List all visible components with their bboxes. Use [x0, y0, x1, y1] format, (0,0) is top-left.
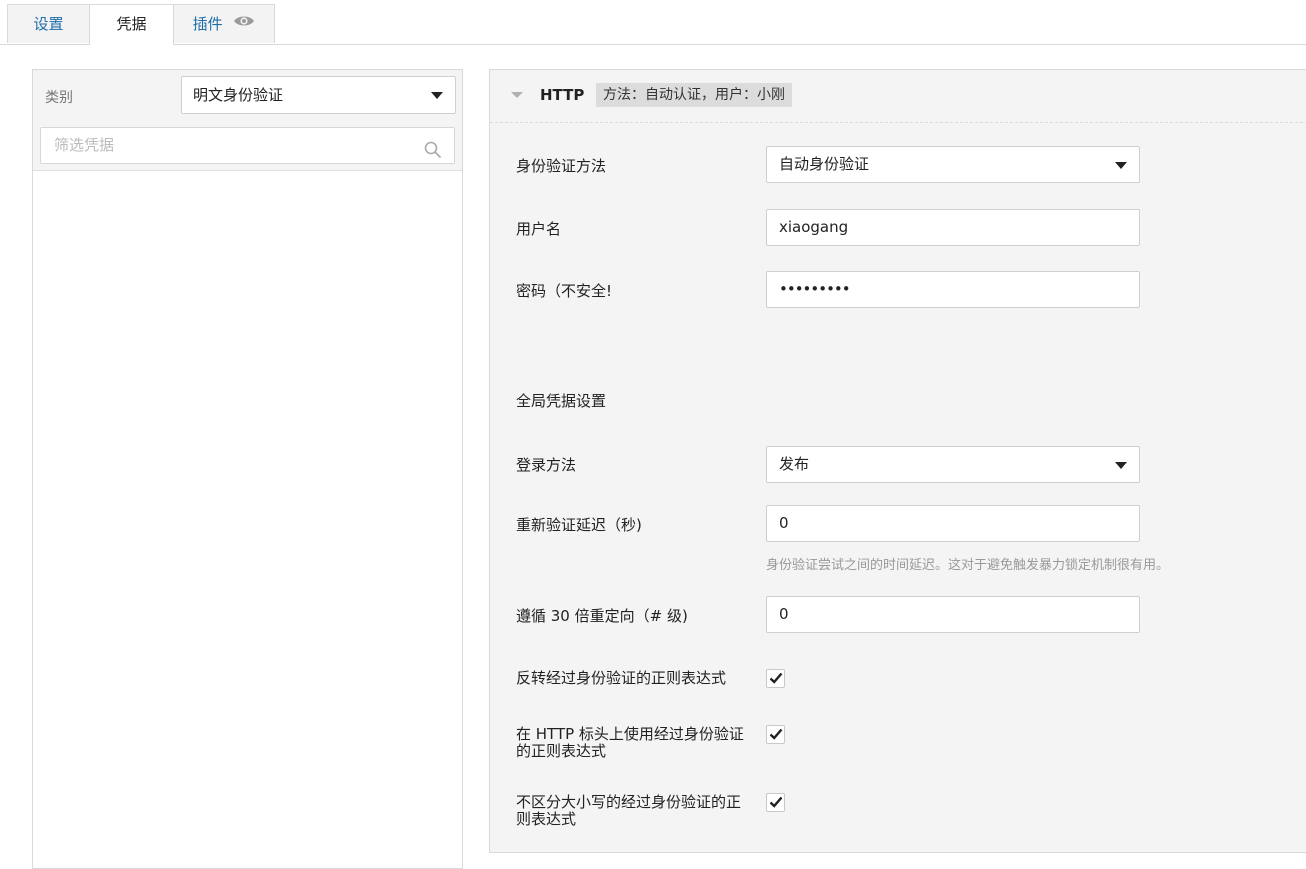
summary-badge: 方法：自动认证，用户：小刚 — [596, 83, 792, 107]
password-label: 密码（不安全! — [516, 282, 613, 300]
section-title: HTTP — [540, 86, 585, 104]
credential-detail-panel: HTTP 方法：自动认证，用户：小刚 身份验证方法 自动身份验证 用户名 xia… — [489, 69, 1306, 853]
follow-redirects-field[interactable]: 0 — [766, 596, 1140, 633]
case-insensitive-regex-checkbox[interactable] — [766, 793, 785, 812]
http-header-regex-checkbox[interactable] — [766, 725, 785, 744]
filter-placeholder: 筛选凭据 — [54, 136, 115, 154]
login-method-label: 登录方法 — [516, 456, 577, 474]
check-icon — [769, 672, 783, 684]
auth-method-select[interactable]: 自动身份验证 — [766, 146, 1140, 183]
category-label: 类别 — [45, 90, 73, 106]
chevron-down-icon — [1115, 162, 1127, 169]
invert-regex-checkbox[interactable] — [766, 669, 785, 688]
reauth-delay-value: 0 — [779, 514, 789, 532]
password-field[interactable]: ••••••••• — [766, 271, 1140, 308]
tab-plugins[interactable]: 插件 — [173, 4, 275, 43]
case-insensitive-regex-label: 不区分大小写的经过身份验证的正则表达式 — [516, 793, 742, 828]
category-select-value: 明文身份验证 — [193, 86, 284, 104]
chevron-down-icon — [431, 92, 443, 99]
credential-list-panel: 类别 明文身份验证 筛选凭据 — [32, 69, 463, 869]
search-icon[interactable] — [424, 137, 442, 172]
reauth-delay-help: 身份验证尝试之间的时间延迟。这对于避免触发暴力锁定机制很有用。 — [766, 558, 1170, 573]
collapse-icon[interactable] — [511, 92, 523, 98]
eye-icon[interactable] — [233, 4, 255, 42]
tab-settings[interactable]: 设置 — [7, 4, 90, 43]
tab-plugins-label: 插件 — [192, 15, 223, 33]
check-icon — [769, 796, 783, 808]
section-header[interactable]: HTTP 方法：自动认证，用户：小刚 — [490, 70, 1306, 123]
reauth-delay-label: 重新验证延迟（秒) — [516, 516, 642, 534]
follow-redirects-label: 遵循 30 倍重定向（# 级) — [516, 607, 688, 625]
tab-credentials[interactable]: 凭据 — [89, 4, 174, 45]
auth-method-value: 自动身份验证 — [779, 155, 870, 173]
global-settings-title: 全局凭据设置 — [516, 392, 607, 410]
http-header-regex-label: 在 HTTP 标头上使用经过身份验证的正则表达式 — [516, 725, 744, 760]
username-value: xiaogang — [779, 218, 849, 236]
check-icon — [769, 728, 783, 740]
login-method-select[interactable]: 发布 — [766, 446, 1140, 483]
login-method-value: 发布 — [779, 455, 810, 473]
chevron-down-icon — [1115, 462, 1127, 469]
password-value: ••••••••• — [779, 280, 851, 298]
filter-credentials-input[interactable]: 筛选凭据 — [40, 127, 455, 164]
username-field[interactable]: xiaogang — [766, 209, 1140, 246]
auth-method-label: 身份验证方法 — [516, 157, 607, 175]
follow-redirects-value: 0 — [779, 605, 789, 623]
invert-regex-label: 反转经过身份验证的正则表达式 — [516, 669, 727, 687]
reauth-delay-field[interactable]: 0 — [766, 505, 1140, 542]
credential-list-header: 类别 明文身份验证 筛选凭据 — [33, 70, 462, 171]
category-select[interactable]: 明文身份验证 — [181, 76, 456, 114]
tab-bar: 设置 凭据 插件 — [0, 0, 1306, 45]
username-label: 用户名 — [516, 220, 562, 238]
